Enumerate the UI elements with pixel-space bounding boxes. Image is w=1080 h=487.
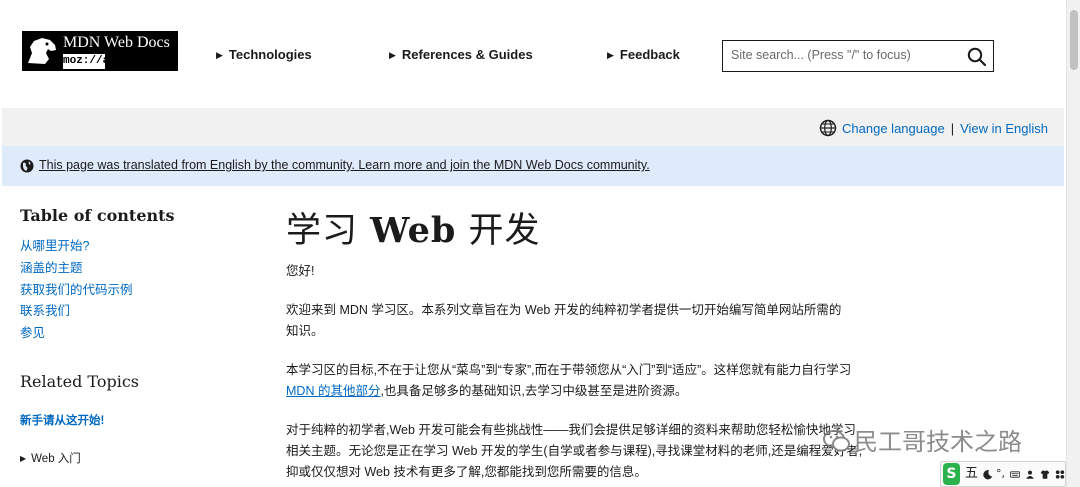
triangle-right-icon: ▶ [607, 50, 614, 60]
triangle-right-icon: ▶ [389, 50, 396, 60]
paragraph-goal-text-end: ,也具备足够多的基础知识,去学习中级甚至是进阶资源。 [380, 384, 688, 398]
toc-item[interactable]: 涵盖的主题 [20, 258, 133, 280]
watermark: 民工哥技术之路 [822, 422, 1052, 456]
change-language-link[interactable]: Change language [842, 121, 945, 136]
ime-toolbar[interactable]: S 五 °, [940, 461, 1066, 487]
nav-technologies-label: Technologies [228, 47, 312, 62]
grid-menu-icon[interactable] [1055, 468, 1065, 481]
globe-icon [819, 119, 837, 137]
page-title: 学习 Web 开发 [286, 202, 540, 253]
search-input[interactable] [731, 48, 951, 62]
toc-item[interactable]: 获取我们的代码示例 [20, 280, 133, 302]
user-icon[interactable] [1025, 468, 1035, 481]
paragraph-beginners: 对于纯粹的初学者,Web 开发可能会有些挑战性——我们会提供足够详细的资料来帮助… [286, 423, 863, 479]
dinosaur-logo-icon [28, 38, 56, 64]
paragraph-welcome: 欢迎来到 MDN 学习区。本系列文章旨在为 Web 开发的纯粹初学者提供一切开始… [286, 303, 842, 338]
title-part-web: Web [370, 210, 457, 251]
ime-punctuation[interactable]: °, [996, 463, 1005, 485]
related-web-intro-label: Web 入门 [31, 453, 81, 465]
language-separator: | [950, 120, 955, 136]
title-part-1: 学习 [286, 211, 371, 251]
sogou-logo-icon[interactable]: S [943, 463, 960, 485]
translation-notice-link[interactable]: This page was translated from English by… [39, 158, 650, 172]
search-icon[interactable] [967, 47, 987, 67]
site-header: MDN Web Docs moz://a ▶ Technologies ▶ Refe… [0, 0, 1066, 108]
translation-notice: This page was translated from English by… [2, 146, 1064, 186]
toc-item[interactable]: 联系我们 [20, 301, 133, 323]
related-web-intro-toggle[interactable]: ▶ Web 入门 [20, 450, 81, 466]
view-in-english-link[interactable]: View in English [960, 121, 1048, 136]
page-scrollbar[interactable] [1066, 0, 1080, 487]
moon-icon[interactable] [983, 468, 993, 481]
toc-list: 从哪里开始? 涵盖的主题 获取我们的代码示例 联系我们 参见 [20, 236, 133, 345]
watermark-text: 民工哥技术之路 [854, 428, 1022, 456]
logo-title: MDN Web Docs [63, 34, 170, 51]
title-part-2: 开发 [456, 211, 541, 251]
scrollbar-thumb[interactable] [1070, 10, 1078, 70]
ime-mode[interactable]: 五 [965, 463, 978, 485]
keyboard-icon[interactable] [1009, 468, 1020, 481]
site-search [722, 40, 994, 72]
globe-solid-icon [20, 159, 34, 173]
nav-technologies[interactable]: ▶ Technologies [216, 47, 312, 62]
language-bar: Change language | View in English [2, 108, 1064, 146]
nav-references-label: References & Guides [401, 47, 533, 62]
language-controls: Change language | View in English [819, 119, 1048, 137]
paragraph-goal: 本学习区的目标,不在于让您从“菜鸟”到“专家”,而在于带领您从“入门”到“适应”… [286, 360, 861, 402]
toc-item[interactable]: 从哪里开始? [20, 236, 133, 258]
mdn-other-parts-link[interactable]: MDN 的其他部分 [286, 384, 380, 398]
mdn-logo[interactable]: MDN Web Docs moz://a [22, 31, 178, 71]
clothing-icon[interactable] [1040, 468, 1050, 481]
paragraph-goal-text: 本学习区的目标,不在于让您从“菜鸟”到“专家”,而在于带领您从“入门”到“适应”… [286, 363, 852, 377]
nav-feedback-label: Feedback [619, 47, 680, 62]
toc-heading: Table of contents [20, 206, 175, 225]
triangle-right-icon: ▶ [20, 454, 27, 463]
nav-feedback[interactable]: ▶ Feedback [607, 47, 680, 62]
related-beginner-link[interactable]: 新手请从这开始! [20, 412, 104, 428]
wechat-icon [823, 430, 850, 452]
related-topics-heading: Related Topics [20, 372, 139, 391]
toc-item[interactable]: 参见 [20, 323, 133, 345]
triangle-right-icon: ▶ [216, 50, 223, 60]
mozilla-wordmark: moz://a [63, 54, 110, 69]
nav-references-guides[interactable]: ▶ References & Guides [389, 47, 533, 62]
paragraph-greeting: 您好! [286, 264, 315, 278]
